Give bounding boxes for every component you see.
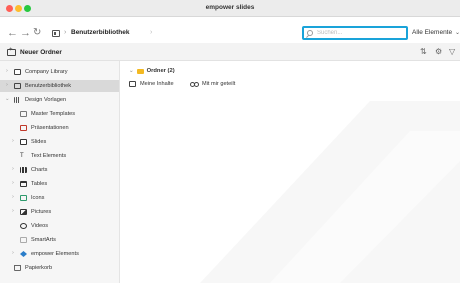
folder-group-title: Ordner (2) (146, 68, 175, 74)
chevron-right-icon[interactable]: › (12, 208, 14, 214)
shared-users-icon (190, 81, 199, 87)
sidebar: › Company Library › Benutzerbibliothek ⌄… (0, 61, 120, 283)
sidebar-item-label: empower Elements (31, 250, 79, 257)
chevron-right-icon[interactable]: › (12, 250, 14, 256)
sidebar-item-smartarts[interactable]: SmartArts (0, 234, 119, 246)
window-titlebar: empower slides (0, 0, 460, 17)
sidebar-item-label: Tables (31, 180, 48, 187)
chevron-down-icon[interactable]: ⌄ (129, 68, 134, 74)
library-icon (14, 83, 21, 89)
master-template-icon (20, 111, 27, 117)
content-area: ⌄ Ordner (2) Meine Inhalte Mit mir getei… (120, 61, 460, 283)
picture-icon (20, 209, 27, 215)
sidebar-item-label: Slides (31, 138, 47, 145)
folder-item-label: Meine Inhalte (140, 81, 174, 87)
icons-icon (20, 195, 27, 201)
breadcrumb[interactable]: Benutzerbibliothek (71, 29, 130, 36)
chevron-right-icon[interactable]: › (12, 138, 14, 144)
new-folder-button[interactable]: Neuer Ordner (7, 47, 62, 57)
sidebar-item-label: Pictures (31, 208, 52, 215)
sidebar-item-label: Master Templates (31, 110, 76, 117)
chevron-right-icon[interactable]: › (12, 166, 14, 172)
sidebar-item-label: Präsentationen (31, 124, 69, 131)
sidebar-item-icons[interactable]: › Icons (0, 192, 119, 204)
arrow-right-icon[interactable]: → (20, 27, 31, 39)
sidebar-item-label: Design Vorlagen (25, 96, 67, 103)
chevron-down-icon[interactable]: ⌄ (5, 96, 10, 102)
sidebar-item-papierkorb[interactable]: Papierkorb (0, 262, 119, 274)
smartart-icon (20, 237, 27, 243)
folder-icon (129, 81, 136, 87)
search-input[interactable] (317, 28, 405, 38)
chevron-down-icon[interactable]: ⌄ (455, 29, 460, 36)
sidebar-item-videos[interactable]: Videos (0, 220, 119, 232)
breadcrumb-separator-icon: › (64, 29, 67, 36)
trash-icon (14, 265, 21, 271)
chevron-right-icon[interactable]: › (6, 68, 8, 74)
sidebar-item-label: Text Elements (31, 152, 67, 159)
filter-icon[interactable]: ▽ (449, 47, 455, 56)
new-folder-icon (7, 47, 16, 56)
empower-logo-icon (20, 251, 27, 257)
slides-icon (20, 139, 27, 145)
window-title: empower slides (205, 4, 255, 11)
refresh-icon[interactable]: ↻ (33, 27, 41, 39)
sort-icon[interactable]: ⇅ (420, 47, 427, 56)
text-elements-icon: T (20, 153, 24, 159)
folder-item-label: Mit mir geteilt (202, 81, 236, 87)
library-icon (52, 30, 60, 37)
filter-dropdown[interactable]: Alle Elemente (412, 29, 452, 36)
sidebar-item-tables[interactable]: › Tables (0, 178, 119, 190)
sidebar-item-label: Benutzerbibliothek (25, 82, 72, 89)
action-bar: Neuer Ordner ⇅ ⚙ ▽ (0, 43, 460, 61)
sidebar-item-charts[interactable]: › Charts (0, 164, 119, 176)
sidebar-item-design-vorlagen[interactable]: ⌄ Design Vorlagen (0, 94, 119, 106)
folder-group-header[interactable]: ⌄ Ordner (2) (129, 68, 175, 74)
sidebar-item-label: SmartArts (31, 236, 56, 243)
chevron-right-icon[interactable]: › (6, 82, 8, 88)
folder-icon (14, 69, 21, 75)
view-options-icon[interactable]: ⚙ (435, 47, 442, 56)
presentation-icon (20, 125, 27, 131)
sidebar-item-benutzerbibliothek[interactable]: › Benutzerbibliothek (0, 80, 119, 92)
arrow-left-icon[interactable]: ← (7, 27, 18, 39)
breadcrumb-separator-icon: › (150, 29, 153, 36)
sidebar-item-label: Icons (31, 194, 45, 201)
table-icon (20, 181, 27, 187)
background-watermark (200, 101, 460, 283)
folder-item-mit-mir-geteilt[interactable]: Mit mir geteilt (190, 81, 235, 87)
chevron-right-icon[interactable]: › (12, 180, 14, 186)
sidebar-item-label: Charts (31, 166, 48, 173)
sidebar-item-label: Company Library (25, 68, 68, 75)
sidebar-item-praesentationen[interactable]: Präsentationen (0, 122, 119, 134)
sidebar-item-empower-elements[interactable]: › empower Elements (0, 248, 119, 260)
design-templates-icon (14, 97, 20, 103)
sidebar-item-label: Papierkorb (25, 264, 53, 271)
sidebar-item-master-templates[interactable]: Master Templates (0, 108, 119, 120)
sidebar-item-company-library[interactable]: › Company Library (0, 66, 119, 78)
folder-item-meine-inhalte[interactable]: Meine Inhalte (129, 81, 174, 87)
bar-chart-icon (20, 167, 27, 173)
chevron-right-icon[interactable]: › (12, 194, 14, 200)
search-icon (307, 30, 313, 36)
sidebar-item-slides[interactable]: › Slides (0, 136, 119, 148)
sidebar-item-label: Videos (31, 222, 49, 229)
folder-icon (136, 68, 144, 74)
sidebar-item-pictures[interactable]: › Pictures (0, 206, 119, 218)
search-box[interactable] (302, 26, 408, 40)
new-folder-label: Neuer Ordner (20, 48, 62, 56)
sidebar-item-text-elements[interactable]: T Text Elements (0, 150, 119, 162)
video-icon (20, 223, 27, 229)
